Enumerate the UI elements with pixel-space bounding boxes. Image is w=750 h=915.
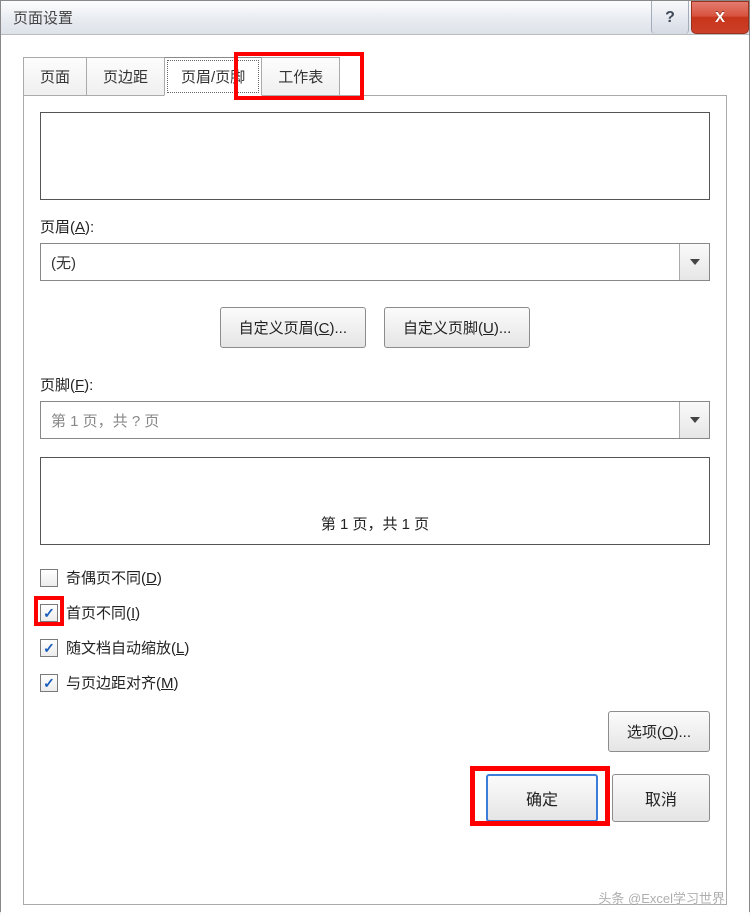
header-dropdown-value: (无): [41, 252, 679, 273]
page-setup-dialog: 页面设置 ? X 页面 页边距 页眉/页脚 工作表 页眉(A): (无) 自定义…: [0, 0, 750, 912]
custom-footer-button[interactable]: 自定义页脚(U)...: [384, 307, 530, 348]
checkbox-diff-first[interactable]: [40, 604, 58, 622]
checkbox-diff-odd-even[interactable]: [40, 569, 58, 587]
checkbox-align-margins-label: 与页边距对齐(M): [66, 672, 179, 693]
ok-button[interactable]: 确定: [486, 774, 598, 822]
header-label: 页眉(A):: [40, 216, 710, 237]
custom-header-button[interactable]: 自定义页眉(C)...: [220, 307, 366, 348]
checkbox-list: 奇偶页不同(D) 首页不同(I) 随文档自动缩放(L) 与页边距对齐(M): [40, 567, 710, 693]
options-button[interactable]: 选项(O)...: [608, 711, 710, 752]
header-dropdown-arrow[interactable]: [679, 244, 709, 280]
footer-preview: 第 1 页，共 1 页: [40, 457, 710, 545]
checkbox-align-margins[interactable]: [40, 674, 58, 692]
tab-page[interactable]: 页面: [23, 57, 87, 96]
checkbox-diff-first-row: 首页不同(I): [40, 602, 710, 623]
checkbox-diff-odd-even-label: 奇偶页不同(D): [66, 567, 162, 588]
title-controls: ? X: [651, 1, 749, 34]
dialog-bottom-row: 确定 取消: [40, 774, 710, 822]
footer-label: 页脚(F):: [40, 374, 710, 395]
titlebar: 页面设置 ? X: [1, 1, 749, 35]
footer-dropdown-value: 第 1 页，共 ? 页: [41, 410, 679, 431]
header-preview: [40, 112, 710, 200]
checkbox-scale-with-doc-label: 随文档自动缩放(L): [66, 637, 189, 658]
footer-dropdown-arrow[interactable]: [679, 402, 709, 438]
footer-preview-text: 第 1 页，共 1 页: [321, 513, 429, 534]
dialog-content: 页面 页边距 页眉/页脚 工作表 页眉(A): (无) 自定义页眉(C)... …: [1, 35, 749, 915]
footer-dropdown[interactable]: 第 1 页，共 ? 页: [40, 401, 710, 439]
window-title: 页面设置: [13, 7, 73, 28]
tab-margins[interactable]: 页边距: [86, 57, 165, 96]
header-dropdown[interactable]: (无): [40, 243, 710, 281]
tab-header-footer[interactable]: 页眉/页脚: [164, 57, 262, 96]
close-icon: X: [715, 9, 725, 26]
checkbox-diff-first-label: 首页不同(I): [66, 602, 140, 623]
tab-sheet[interactable]: 工作表: [261, 57, 340, 96]
options-row: 选项(O)...: [40, 711, 710, 752]
help-icon: ?: [665, 9, 675, 27]
custom-buttons-row: 自定义页眉(C)... 自定义页脚(U)...: [40, 307, 710, 348]
cancel-button[interactable]: 取消: [612, 774, 710, 822]
tab-panel-header-footer: 页眉(A): (无) 自定义页眉(C)... 自定义页脚(U)... 页脚(F)…: [23, 95, 727, 905]
checkbox-scale-with-doc-row: 随文档自动缩放(L): [40, 637, 710, 658]
help-button[interactable]: ?: [651, 1, 689, 34]
checkbox-scale-with-doc[interactable]: [40, 639, 58, 657]
close-button[interactable]: X: [691, 1, 749, 34]
checkbox-align-margins-row: 与页边距对齐(M): [40, 672, 710, 693]
checkbox-diff-odd-even-row: 奇偶页不同(D): [40, 567, 710, 588]
tab-strip: 页面 页边距 页眉/页脚 工作表: [23, 57, 727, 96]
